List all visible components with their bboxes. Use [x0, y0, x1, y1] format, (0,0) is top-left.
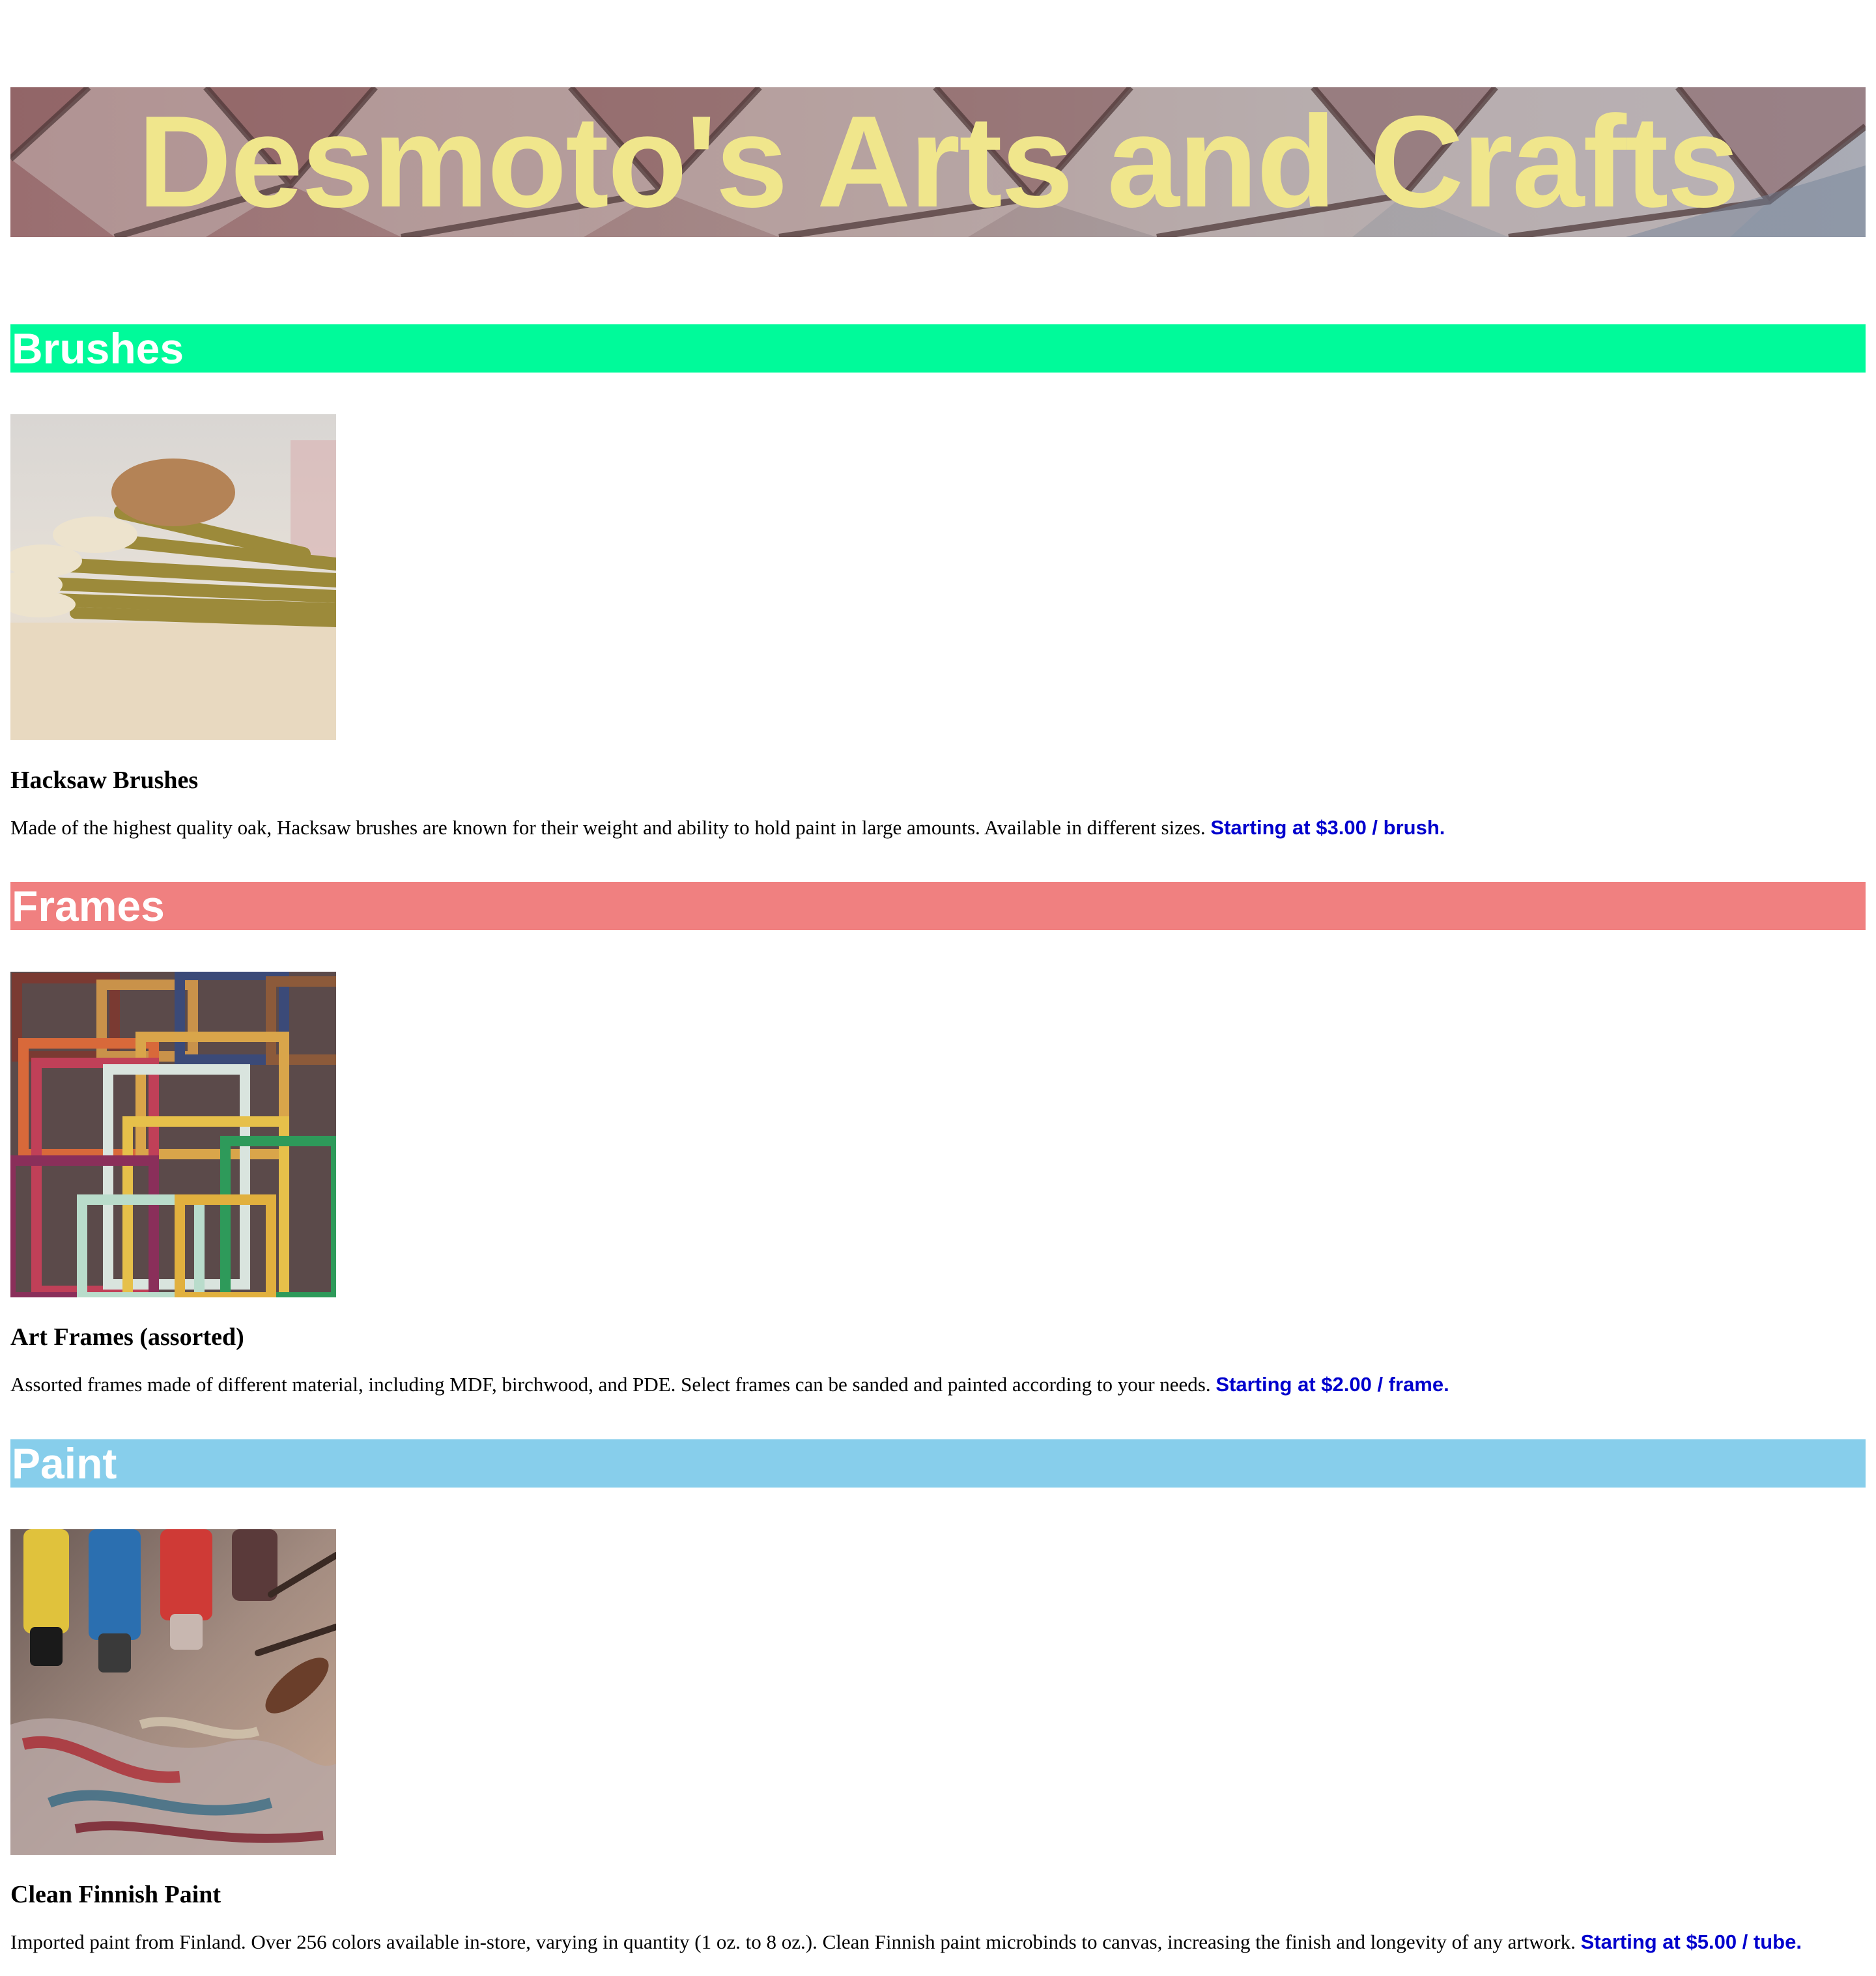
paint-photo [10, 1529, 336, 1855]
section-heading-frames: Frames [10, 882, 1866, 930]
description-text: Made of the highest quality oak, Hacksaw… [10, 816, 1206, 839]
description-text: Assorted frames made of different materi… [10, 1373, 1211, 1396]
product-name-art-frames: Art Frames (assorted) [10, 1323, 244, 1351]
product-description-frames: Assorted frames made of different materi… [10, 1372, 1449, 1398]
site-title: Desmoto's Arts and Crafts [137, 89, 1739, 234]
description-text: Imported paint from Finland. Over 256 co… [10, 1930, 1576, 1953]
section-heading-paint: Paint [10, 1439, 1866, 1488]
product-name-clean-finnish-paint: Clean Finnish Paint [10, 1881, 221, 1908]
product-description-brushes: Made of the highest quality oak, Hacksaw… [10, 815, 1445, 841]
header-banner: Desmoto's Arts and Crafts [10, 87, 1866, 237]
product-name-hacksaw-brushes: Hacksaw Brushes [10, 767, 199, 794]
brushes-photo [10, 414, 336, 740]
frames-photo [10, 972, 336, 1297]
price-paint: Starting at $5.00 / tube. [1580, 1930, 1802, 1953]
section-heading-brushes: Brushes [10, 324, 1866, 373]
price-brushes: Starting at $3.00 / brush. [1210, 816, 1445, 839]
product-description-paint: Imported paint from Finland. Over 256 co… [10, 1929, 1802, 1955]
price-frames: Starting at $2.00 / frame. [1215, 1373, 1449, 1396]
